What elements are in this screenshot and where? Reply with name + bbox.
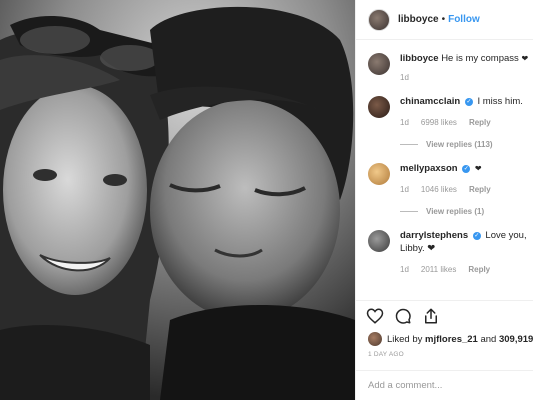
list-item: darrylstephens ✓ Love you, Libby. ❤ 1d 2… bbox=[368, 229, 533, 276]
avatar[interactable] bbox=[368, 230, 390, 252]
list-item: mellypaxson ✓ ❤ 1d 1046 likes Reply View… bbox=[368, 162, 533, 218]
comment-meta: 1d 6998 likes Reply bbox=[400, 116, 532, 129]
view-replies-label: View replies (1) bbox=[426, 207, 485, 216]
action-bar bbox=[356, 300, 533, 330]
comment-time: 1d bbox=[400, 185, 409, 194]
view-replies-button[interactable]: View replies (1) bbox=[400, 205, 532, 218]
divider bbox=[400, 211, 418, 212]
caption-username[interactable]: libboyce bbox=[400, 53, 439, 64]
comment-username[interactable]: darrylstephens bbox=[400, 230, 468, 241]
likes-prefix: Liked by bbox=[387, 333, 423, 345]
reply-button[interactable]: Reply bbox=[468, 263, 490, 276]
comment-likes[interactable]: 6998 likes bbox=[421, 116, 457, 129]
comment-text: I miss him. bbox=[477, 96, 523, 107]
follow-button[interactable]: Follow bbox=[448, 14, 480, 25]
caption-heart: ❤ bbox=[521, 54, 529, 63]
avatar[interactable] bbox=[368, 53, 390, 75]
verified-icon: ✓ bbox=[462, 165, 471, 173]
header-separator: • bbox=[441, 14, 446, 25]
comment-icon[interactable] bbox=[394, 307, 412, 325]
view-replies-button[interactable]: View replies (113) bbox=[400, 138, 532, 151]
reply-button[interactable]: Reply bbox=[469, 116, 491, 129]
avatar[interactable] bbox=[368, 96, 390, 118]
divider bbox=[400, 144, 418, 145]
comment-meta: 1d 2011 likes Reply bbox=[400, 263, 532, 276]
avatar[interactable] bbox=[368, 163, 390, 185]
post-date[interactable]: 1 DAY AGO bbox=[368, 351, 404, 358]
likes-summary: Liked by mjflores_21 and 309,919 o bbox=[368, 332, 533, 346]
comment-time: 1d bbox=[400, 265, 409, 274]
post-panel: libboyce • Follow libboyce He is my comp… bbox=[355, 0, 533, 400]
caption-text: He is my compass bbox=[441, 53, 519, 64]
caption: libboyce He is my compass ❤ 1d bbox=[368, 52, 533, 84]
likes-user[interactable]: mjflores_21 bbox=[425, 334, 478, 345]
comment-input[interactable]: Add a comment... bbox=[356, 370, 533, 400]
avatar[interactable] bbox=[368, 332, 382, 346]
caption-time: 1d bbox=[400, 73, 409, 82]
header-username[interactable]: libboyce bbox=[398, 14, 439, 25]
likes-count[interactable]: 309,919 o bbox=[499, 334, 533, 345]
comment-meta: 1d 1046 likes Reply bbox=[400, 183, 532, 196]
comment-username[interactable]: mellypaxson bbox=[400, 163, 458, 174]
comment-likes[interactable]: 2011 likes bbox=[421, 263, 456, 276]
post-header: libboyce • Follow bbox=[356, 0, 533, 40]
verified-icon: ✓ bbox=[464, 98, 473, 106]
avatar[interactable] bbox=[368, 8, 390, 31]
reply-button[interactable]: Reply bbox=[469, 183, 491, 196]
likes-middle: and bbox=[480, 333, 497, 345]
list-item: chinamcclain ✓ I miss him. 1d 6998 likes… bbox=[368, 95, 533, 151]
comment-time: 1d bbox=[400, 118, 409, 127]
comment-username[interactable]: chinamcclain bbox=[400, 96, 460, 107]
comments-list[interactable]: libboyce He is my compass ❤ 1d chinamccl… bbox=[356, 52, 533, 298]
comment-likes[interactable]: 1046 likes bbox=[421, 183, 457, 196]
heart-icon[interactable] bbox=[366, 307, 384, 325]
photo-illustration bbox=[0, 0, 355, 400]
view-replies-label: View replies (113) bbox=[426, 140, 493, 149]
share-icon[interactable] bbox=[422, 307, 440, 325]
comment-text: ❤ bbox=[474, 164, 482, 173]
verified-icon: ✓ bbox=[472, 232, 481, 240]
post-photo[interactable] bbox=[0, 0, 355, 400]
